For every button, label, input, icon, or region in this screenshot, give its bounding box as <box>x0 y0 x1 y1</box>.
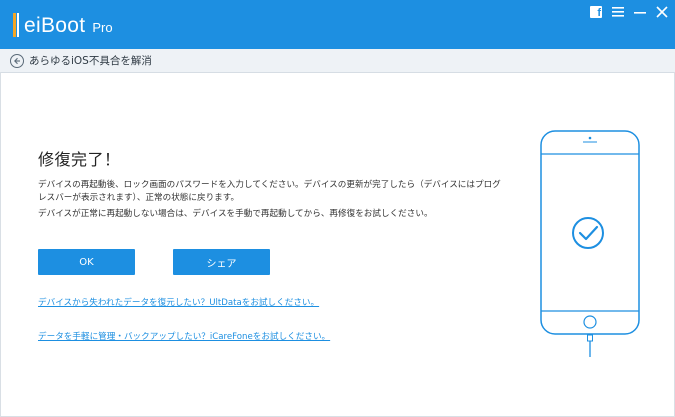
checkmark-icon <box>572 217 604 249</box>
page-title: 修復完了！ <box>38 150 121 169</box>
nav-breadcrumb-label[interactable]: あらゆるiOS不具合を解消 <box>29 53 152 68</box>
nav-bar: あらゆるiOS不具合を解消 <box>0 49 675 73</box>
menu-icon[interactable] <box>611 5 625 19</box>
description-line-3: デバイスが正常に再起動しない場合は、デバイスを手動で再起動してから、再修復をお試… <box>38 209 433 219</box>
title-bar: eiBoot Pro f <box>0 0 675 49</box>
logo-r-mark-icon <box>11 12 23 38</box>
description-line-2: レスバーが表示されます）、正常の状態に戻ります。 <box>38 193 240 203</box>
facebook-glyph: f <box>590 6 602 18</box>
window-controls: f <box>589 5 669 19</box>
minimize-icon[interactable] <box>633 5 647 19</box>
description-line-1: デバイスの再起動後、ロック画面のパスワードを入力してください。デバイスの更新が完… <box>38 180 501 190</box>
ultdata-link[interactable]: デバイスから失われたデータを復元したい？UltDataをお試しください。 <box>38 296 319 308</box>
icarefone-link[interactable]: データを手軽に管理・バックアップしたい？iCareFoneをお試しください。 <box>38 330 330 342</box>
close-icon[interactable] <box>655 5 669 19</box>
facebook-icon[interactable]: f <box>589 5 603 19</box>
back-arrow-icon[interactable] <box>10 53 24 68</box>
window-border-left <box>0 72 1 417</box>
phone-success-icon <box>540 130 640 364</box>
share-button[interactable]: シェア <box>173 249 270 275</box>
app-name: eiBoot <box>24 14 86 37</box>
app-logo: eiBoot Pro <box>11 8 113 38</box>
ok-button[interactable]: OK <box>38 249 135 275</box>
app-edition: Pro <box>92 20 113 35</box>
